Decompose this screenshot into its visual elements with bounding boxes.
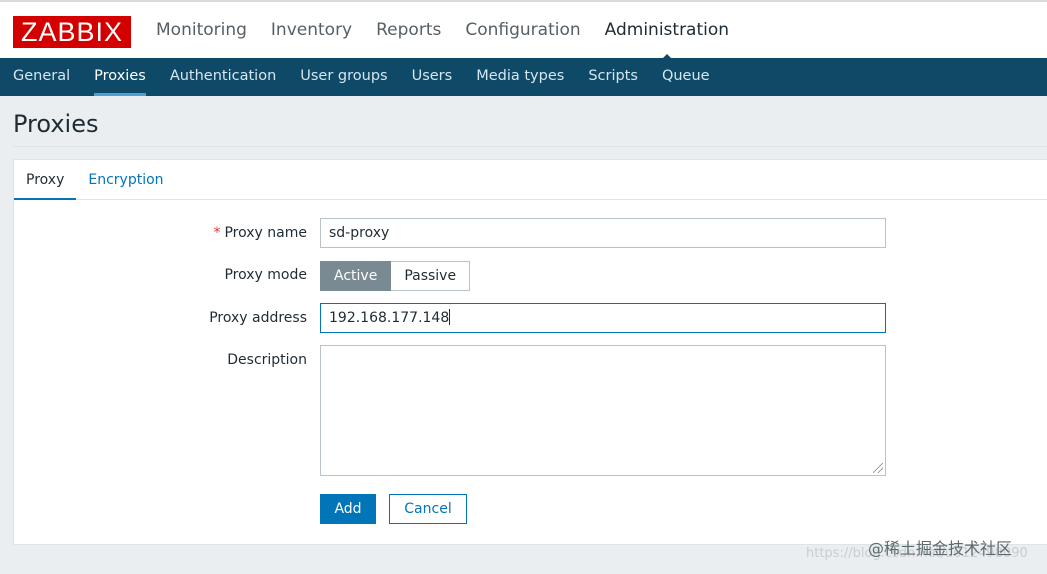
sub-nav-users[interactable]: Users (400, 58, 465, 96)
page-title: Proxies (13, 110, 99, 138)
sub-nav-queue[interactable]: Queue (650, 58, 722, 96)
resize-grip-icon[interactable] (873, 463, 883, 473)
proxy-name-input[interactable]: sd-proxy (320, 218, 886, 248)
proxy-name-label-text: Proxy name (224, 225, 307, 241)
description-label: Description (227, 352, 307, 368)
sub-nav-proxies[interactable]: Proxies (82, 58, 158, 96)
main-nav-administration[interactable]: Administration (593, 2, 741, 62)
tab-proxy[interactable]: Proxy (14, 160, 77, 200)
proxy-address-value: 192.168.177.148 (329, 310, 450, 326)
main-nav-administration-label: Administration (604, 20, 730, 40)
top-header: ZABBIX Monitoring Inventory Reports Conf… (0, 0, 1047, 62)
cancel-button[interactable]: Cancel (389, 494, 467, 524)
add-button[interactable]: Add (320, 494, 376, 524)
sub-nav-general[interactable]: General (1, 58, 82, 96)
sub-nav-media-types[interactable]: Media types (464, 58, 576, 96)
main-nav-reports[interactable]: Reports (364, 2, 453, 60)
title-divider (13, 146, 1047, 147)
proxy-address-input[interactable]: 192.168.177.148 (320, 303, 886, 333)
sub-nav-scripts[interactable]: Scripts (576, 58, 650, 96)
main-nav-inventory[interactable]: Inventory (259, 2, 364, 60)
proxy-mode-active-option[interactable]: Active (320, 261, 392, 291)
sub-nav: General Proxies Authentication User grou… (0, 58, 1047, 96)
form-tabs: Proxy Encryption (14, 160, 1047, 200)
main-nav-monitoring[interactable]: Monitoring (144, 2, 259, 60)
watermark-text: @稀土掘金技术社区 (868, 539, 1013, 558)
main-nav-configuration[interactable]: Configuration (453, 2, 592, 60)
sub-nav-authentication[interactable]: Authentication (158, 58, 288, 96)
proxy-mode-label: Proxy mode (224, 267, 307, 283)
proxy-address-label: Proxy address (209, 310, 307, 326)
proxy-form-panel: Proxy Encryption * Proxy name sd-proxy Pr… (13, 159, 1047, 545)
tab-encryption[interactable]: Encryption (76, 160, 175, 199)
zabbix-logo[interactable]: ZABBIX (13, 16, 131, 48)
proxy-mode-toggle: Active Passive (320, 261, 471, 291)
main-nav: Monitoring Inventory Reports Configurati… (144, 2, 741, 62)
text-cursor (449, 309, 451, 325)
proxy-mode-passive-option[interactable]: Passive (391, 261, 471, 291)
description-textarea[interactable] (320, 345, 886, 476)
proxy-name-value: sd-proxy (329, 225, 390, 241)
required-mark: * (213, 225, 221, 241)
proxy-name-label: * Proxy name (213, 225, 307, 241)
sub-nav-user-groups[interactable]: User groups (288, 58, 399, 96)
